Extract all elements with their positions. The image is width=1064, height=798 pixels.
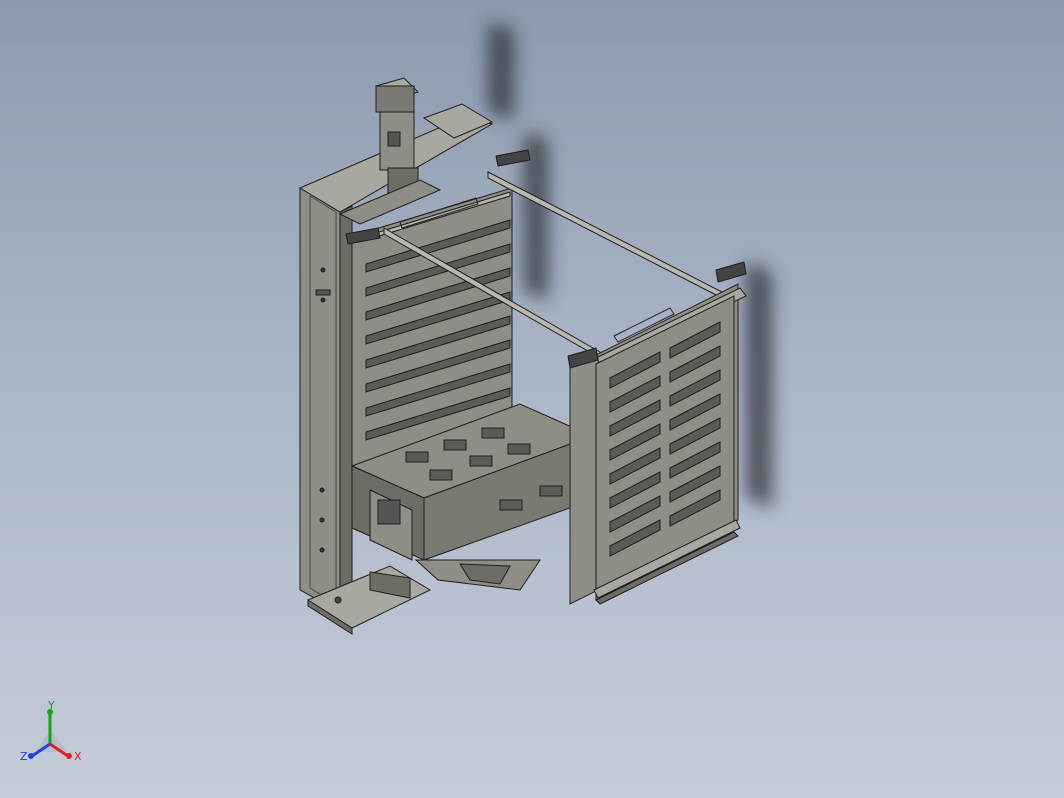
y-axis-label: Y: [47, 700, 55, 712]
graphics-viewport[interactable]: Y X Z: [0, 0, 1064, 798]
right-slot-gate: [569, 283, 747, 605]
x-axis-label: X: [74, 750, 82, 763]
axis-triad: Y X Z: [20, 700, 82, 763]
cad-model-view[interactable]: [0, 0, 1064, 798]
z-axis-label: Z: [20, 750, 28, 763]
